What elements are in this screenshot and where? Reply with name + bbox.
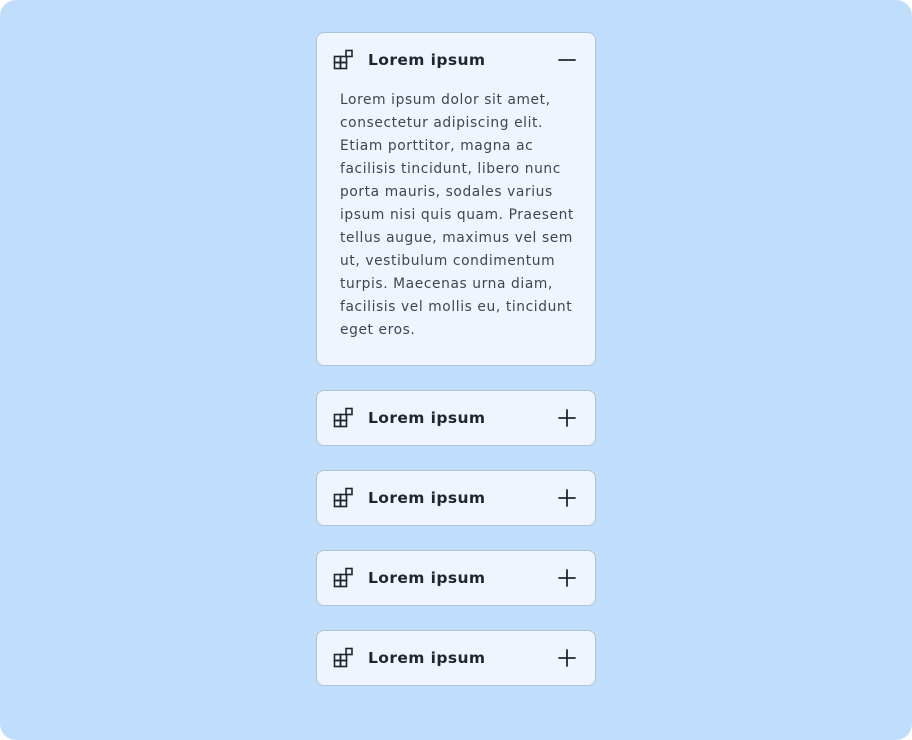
accordion-header[interactable]: Lorem ipsum xyxy=(317,391,595,445)
accordion-content-text: Lorem ipsum dolor sit amet, consectetur … xyxy=(340,92,574,338)
accordion-title: Lorem ipsum xyxy=(368,489,486,507)
accordion-item: Lorem ipsum xyxy=(316,390,596,446)
accordion-title: Lorem ipsum xyxy=(368,569,486,587)
page-background: Lorem ipsum Lorem ipsum dolor sit amet, … xyxy=(0,0,912,740)
accordion-item: Lorem ipsum xyxy=(316,630,596,686)
accordion-content: Lorem ipsum dolor sit amet, consectetur … xyxy=(317,89,595,365)
accordion-title: Lorem ipsum xyxy=(368,409,486,427)
accordion-item: Lorem ipsum xyxy=(316,550,596,606)
accordion-item: Lorem ipsum Lorem ipsum dolor sit amet, … xyxy=(316,32,596,366)
accordion-header[interactable]: Lorem ipsum xyxy=(317,471,595,525)
accordion-header[interactable]: Lorem ipsum xyxy=(317,33,595,87)
accordion-header[interactable]: Lorem ipsum xyxy=(317,551,595,605)
accordion-title: Lorem ipsum xyxy=(368,51,486,69)
plus-icon[interactable] xyxy=(557,408,577,428)
blocks-icon xyxy=(333,647,355,669)
accordion-item: Lorem ipsum xyxy=(316,470,596,526)
blocks-icon xyxy=(333,487,355,509)
plus-icon[interactable] xyxy=(557,648,577,668)
blocks-icon xyxy=(333,49,355,71)
plus-icon[interactable] xyxy=(557,488,577,508)
accordion-title: Lorem ipsum xyxy=(368,649,486,667)
accordion-header[interactable]: Lorem ipsum xyxy=(317,631,595,685)
plus-icon[interactable] xyxy=(557,568,577,588)
minus-icon[interactable] xyxy=(557,50,577,70)
blocks-icon xyxy=(333,407,355,429)
blocks-icon xyxy=(333,567,355,589)
accordion: Lorem ipsum Lorem ipsum dolor sit amet, … xyxy=(316,32,596,686)
